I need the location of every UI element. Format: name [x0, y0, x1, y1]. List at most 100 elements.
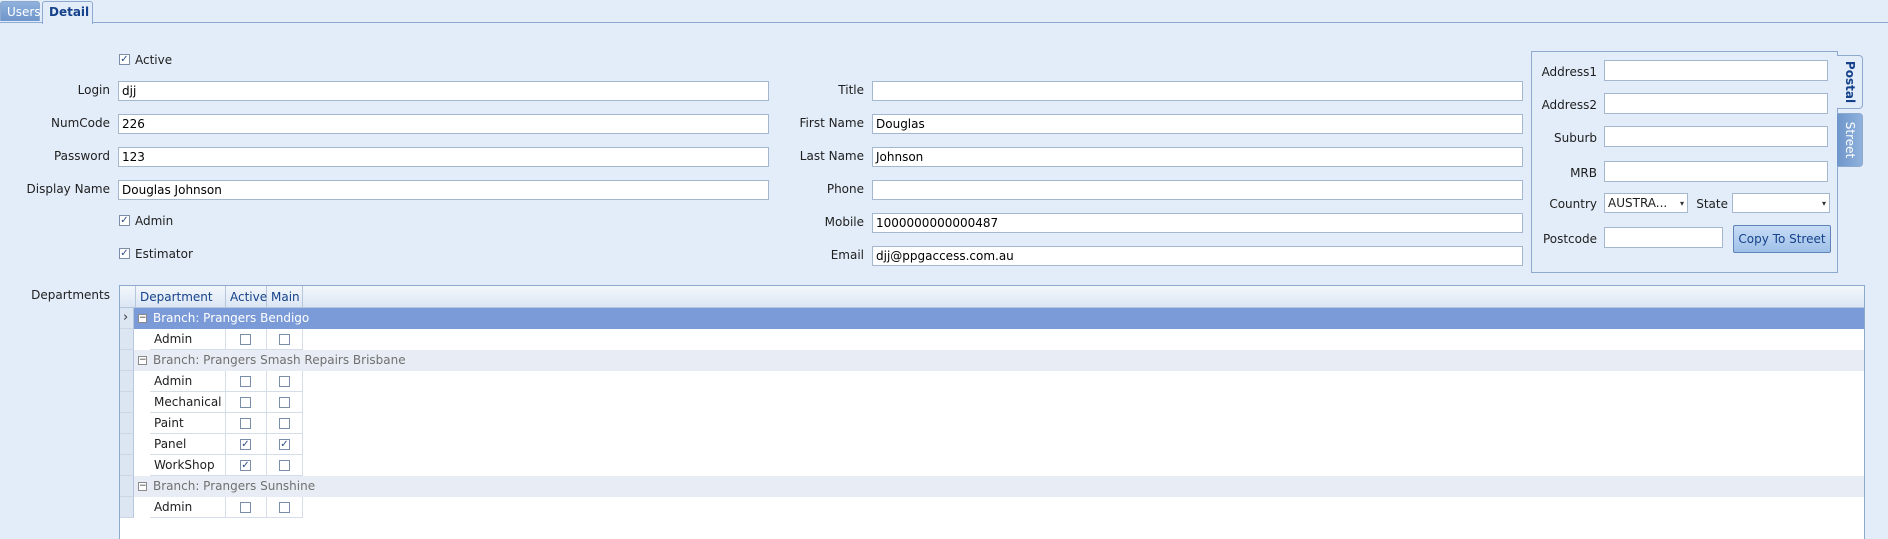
- tab-postal[interactable]: Postal: [1837, 55, 1863, 109]
- row-indicator[interactable]: [120, 497, 134, 518]
- title-field[interactable]: [872, 81, 1523, 101]
- admin-checkbox[interactable]: ✓: [119, 215, 130, 226]
- last-name-label: Last Name: [799, 149, 864, 163]
- main-checkbox[interactable]: [279, 334, 290, 345]
- main-cell[interactable]: [267, 497, 303, 518]
- active-cell[interactable]: ✓: [226, 455, 267, 476]
- header-filler: [303, 286, 1864, 308]
- department-name[interactable]: WorkShop: [150, 455, 226, 476]
- main-checkbox[interactable]: ✓: [279, 439, 290, 450]
- active-checkbox[interactable]: [240, 502, 251, 513]
- active-checkbox[interactable]: ✓: [240, 460, 251, 471]
- column-header-active[interactable]: Active: [226, 286, 267, 308]
- active-checkbox[interactable]: [240, 397, 251, 408]
- column-header-main[interactable]: Main: [267, 286, 303, 308]
- row-indicator[interactable]: [120, 392, 134, 413]
- active-cell[interactable]: [226, 413, 267, 434]
- postcode-field[interactable]: [1604, 227, 1723, 248]
- main-checkbox[interactable]: [279, 460, 290, 471]
- tab-users[interactable]: Users: [0, 1, 41, 21]
- row-pointer-icon: ›: [123, 310, 129, 325]
- country-select[interactable]: AUSTRA... ▾: [1604, 193, 1688, 213]
- mobile-label: Mobile: [824, 215, 864, 229]
- estimator-label: Estimator: [135, 247, 193, 261]
- tab-detail[interactable]: Detail: [42, 1, 93, 24]
- address1-label: Address1: [1541, 65, 1597, 79]
- main-checkbox[interactable]: [279, 376, 290, 387]
- active-label: Active: [135, 53, 173, 67]
- collapse-icon[interactable]: −: [138, 314, 147, 323]
- main-cell[interactable]: [267, 371, 303, 392]
- main-cell[interactable]: ✓: [267, 434, 303, 455]
- email-field[interactable]: djj@ppgaccess.com.au: [872, 246, 1523, 266]
- active-cell[interactable]: [226, 371, 267, 392]
- row-indicator[interactable]: [120, 455, 134, 476]
- mrb-field[interactable]: [1604, 161, 1828, 182]
- active-checkbox[interactable]: [240, 418, 251, 429]
- department-name[interactable]: Panel: [150, 434, 226, 455]
- group-title: Branch: Prangers Smash Repairs Brisbane: [153, 353, 406, 367]
- active-checkbox[interactable]: [240, 376, 251, 387]
- password-label: Password: [53, 149, 110, 163]
- main-checkbox[interactable]: [279, 397, 290, 408]
- postcode-label: Postcode: [1542, 232, 1597, 246]
- copy-to-street-button[interactable]: Copy To Street: [1733, 225, 1831, 253]
- chevron-down-icon: ▾: [1679, 199, 1684, 208]
- admin-label: Admin: [135, 214, 174, 228]
- active-cell[interactable]: ✓: [226, 434, 267, 455]
- department-name[interactable]: Admin: [150, 497, 226, 518]
- department-name[interactable]: Admin: [150, 329, 226, 350]
- collapse-icon[interactable]: −: [138, 482, 147, 491]
- active-checkbox[interactable]: ✓: [119, 54, 130, 65]
- login-field[interactable]: djj: [118, 81, 769, 101]
- tab-street[interactable]: Street: [1837, 113, 1863, 167]
- group-row[interactable]: − Branch: Prangers Smash Repairs Brisban…: [134, 350, 1864, 371]
- email-label: Email: [830, 248, 864, 262]
- group-title: Branch: Prangers Bendigo: [153, 311, 310, 325]
- column-header-department[interactable]: Department: [136, 286, 226, 308]
- suburb-field[interactable]: [1604, 126, 1828, 147]
- active-checkbox[interactable]: [240, 334, 251, 345]
- numcode-field[interactable]: 226: [118, 114, 769, 134]
- mrb-label: MRB: [1570, 166, 1597, 180]
- department-name[interactable]: Paint: [150, 413, 226, 434]
- phone-field[interactable]: [872, 180, 1523, 200]
- row-indicator[interactable]: [120, 413, 134, 434]
- active-cell[interactable]: [226, 392, 267, 413]
- active-cell[interactable]: [226, 329, 267, 350]
- first-name-label: First Name: [799, 116, 864, 130]
- last-name-field[interactable]: Johnson: [872, 147, 1523, 167]
- main-checkbox[interactable]: [279, 418, 290, 429]
- row-indicator[interactable]: [120, 329, 134, 350]
- row-indicator[interactable]: [120, 476, 134, 497]
- address1-field[interactable]: [1604, 60, 1828, 81]
- tab-bar: Users Detail: [0, 0, 1888, 24]
- main-cell[interactable]: [267, 392, 303, 413]
- row-indicator[interactable]: [120, 434, 134, 455]
- estimator-checkbox[interactable]: ✓: [119, 248, 130, 259]
- mobile-field[interactable]: 1000000000000487: [872, 213, 1523, 233]
- main-cell[interactable]: [267, 455, 303, 476]
- group-row[interactable]: − Branch: Prangers Sunshine: [134, 476, 1864, 497]
- group-title: Branch: Prangers Sunshine: [153, 479, 316, 493]
- chevron-down-icon: ▾: [1821, 199, 1826, 208]
- state-select[interactable]: ▾: [1732, 193, 1830, 213]
- main-cell[interactable]: [267, 329, 303, 350]
- display-name-field[interactable]: Douglas Johnson: [118, 180, 769, 200]
- first-name-field[interactable]: Douglas: [872, 114, 1523, 134]
- password-field[interactable]: 123: [118, 147, 769, 167]
- row-indicator[interactable]: [120, 350, 134, 371]
- department-name[interactable]: Admin: [150, 371, 226, 392]
- collapse-icon[interactable]: −: [138, 356, 147, 365]
- active-checkbox[interactable]: ✓: [240, 439, 251, 450]
- tab-postal-label: Postal: [1842, 60, 1857, 104]
- main-checkbox[interactable]: [279, 502, 290, 513]
- group-row[interactable]: − Branch: Prangers Bendigo: [134, 308, 1864, 329]
- address2-field[interactable]: [1604, 93, 1828, 114]
- address-panel: Address1 Address2 Suburb MRB Country AUS…: [1531, 51, 1838, 273]
- row-indicator[interactable]: [120, 371, 134, 392]
- active-cell[interactable]: [226, 497, 267, 518]
- row-indicator[interactable]: ›: [120, 308, 134, 329]
- department-name[interactable]: Mechanical: [150, 392, 226, 413]
- main-cell[interactable]: [267, 413, 303, 434]
